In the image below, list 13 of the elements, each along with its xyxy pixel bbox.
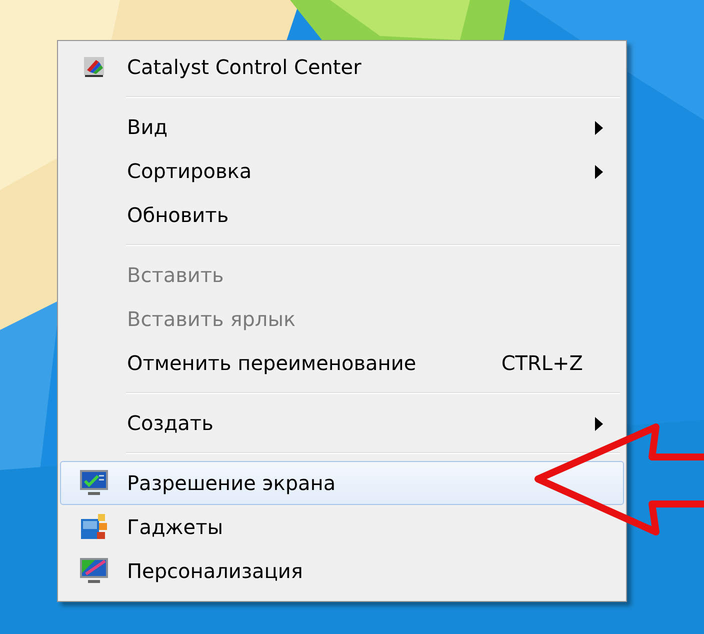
menu-item[interactable]: Обновить [60, 193, 624, 237]
menu-item[interactable]: Вид [60, 105, 624, 149]
menu-item[interactable]: Разрешение экрана [60, 461, 624, 505]
gadgets-icon [80, 513, 108, 541]
menu-item[interactable]: Сортировка [60, 149, 624, 193]
color-stripes-icon [83, 56, 105, 78]
menu-item[interactable]: Catalyst Control Center [60, 45, 624, 89]
monitor-icon [79, 469, 109, 497]
menu-item[interactable]: Создать [60, 401, 624, 445]
menu-item[interactable]: Персонализация [60, 549, 624, 593]
menu-item[interactable]: Гаджеты [60, 505, 624, 549]
menu-item[interactable]: Отменить переименование CTRL+Z [60, 341, 624, 385]
monitor-icon [79, 557, 109, 585]
